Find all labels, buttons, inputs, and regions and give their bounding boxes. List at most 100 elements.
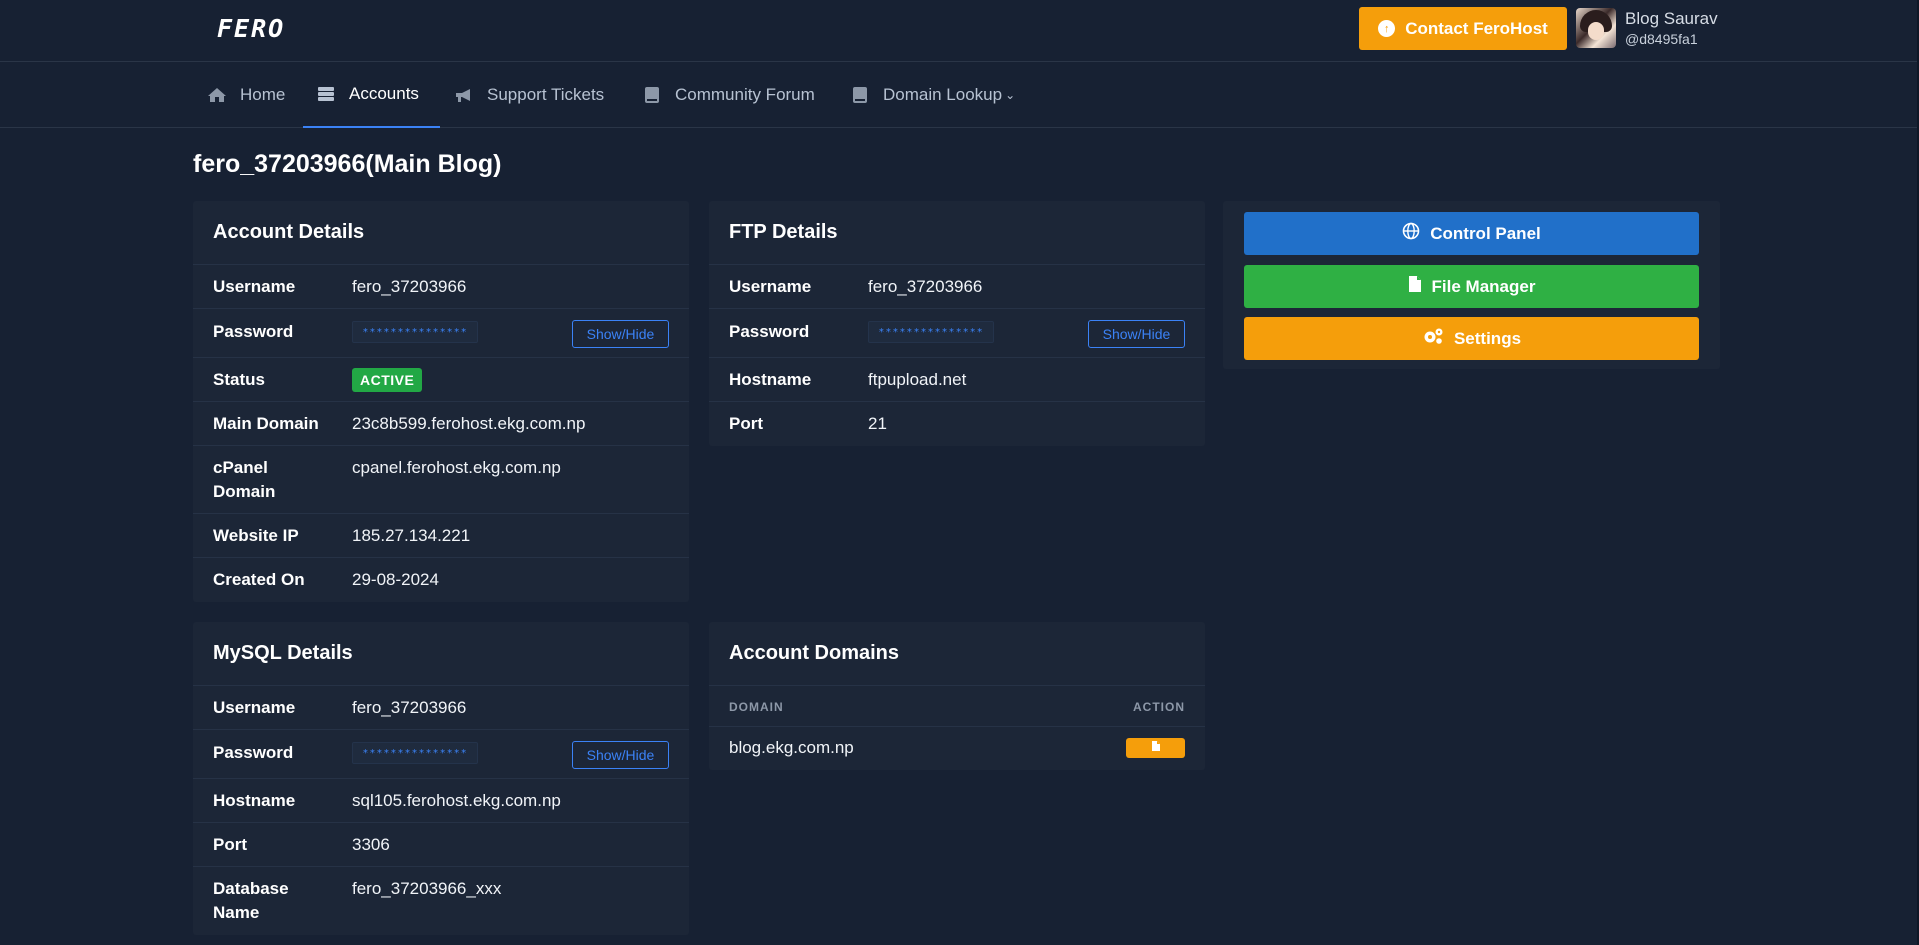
mysql-port-value: 3306: [352, 835, 390, 854]
nav-home-label: Home: [240, 85, 286, 104]
top-bar: FERO ↑ Contact FeroHost Blog Saurav @d84…: [0, 0, 1919, 62]
mysql-password-row: Password *************** Show/Hide: [193, 730, 689, 779]
account-actions-card: Control Panel File Manager Settings: [1223, 201, 1720, 369]
mysql-port-row: Port 3306: [193, 823, 689, 867]
logo-text: FERO: [217, 13, 286, 43]
mysql-hostname-label: Hostname: [213, 791, 296, 810]
ftp-hostname-row: Hostname ftpupload.net: [709, 358, 1205, 402]
account-domains-card: Account Domains DOMAIN ACTION blog.ekg.c…: [709, 622, 1205, 770]
control-panel-button[interactable]: Control Panel: [1244, 212, 1699, 255]
account-details-card: Account Details Username fero_37203966 P…: [193, 201, 689, 602]
ftp-password-label: Password: [729, 322, 810, 341]
domain-file-button[interactable]: [1126, 738, 1185, 758]
nav-support-tickets[interactable]: Support Tickets: [454, 62, 604, 128]
file-manager-label: File Manager: [1431, 276, 1536, 296]
megaphone-icon: [454, 86, 474, 104]
account-username-row: Username fero_37203966: [193, 265, 689, 309]
ftp-port-row: Port 21: [709, 402, 1205, 446]
nav-domain-lookup-label: Domain Lookup: [883, 85, 1003, 104]
main-nav: Home Accounts Support Tickets Community …: [0, 62, 1919, 128]
website-ip-label: Website IP: [213, 526, 299, 545]
account-website-ip-row: Website IP 185.27.134.221: [193, 514, 689, 558]
ftp-hostname-value: ftpupload.net: [868, 370, 967, 389]
mysql-username-label: Username: [213, 698, 296, 717]
nav-support-tickets-label: Support Tickets: [487, 85, 605, 104]
action-column-header: ACTION: [1133, 700, 1185, 714]
ftp-username-row: Username fero_37203966: [709, 265, 1205, 309]
account-main-domain-row: Main Domain 23c8b599.ferohost.ekg.com.np: [193, 402, 689, 446]
home-icon: [207, 86, 227, 104]
password-masked-field[interactable]: ***************: [352, 321, 478, 343]
account-status-row: Status ACTIVE: [193, 358, 689, 402]
file-icon: [1151, 739, 1161, 757]
created-on-value: 29-08-2024: [352, 570, 439, 589]
control-panel-label: Control Panel: [1430, 223, 1541, 243]
status-badge: ACTIVE: [352, 368, 423, 392]
page-title: fero_37203966(Main Blog): [193, 150, 502, 178]
ftp-hostname-label: Hostname: [729, 370, 812, 389]
user-handle: @d8495fa1: [1625, 31, 1698, 47]
contact-ferohost-button[interactable]: ↑ Contact FeroHost: [1359, 7, 1567, 50]
chevron-down-icon: ⌄: [1005, 88, 1016, 102]
server-icon: [316, 85, 336, 103]
mysql-port-label: Port: [213, 835, 247, 854]
password-label: Password: [213, 322, 294, 341]
nav-home[interactable]: Home: [207, 62, 285, 128]
account-created-on-row: Created On 29-08-2024: [193, 558, 689, 602]
mysql-details-card: MySQL Details Username fero_37203966 Pas…: [193, 622, 689, 935]
nav-domain-lookup[interactable]: Domain Lookup ⌄: [850, 62, 1015, 128]
show-hide-password-button[interactable]: Show/Hide: [572, 320, 669, 348]
mysql-password-label: Password: [213, 743, 294, 762]
avatar-face: [1588, 22, 1604, 40]
account-cpanel-domain-row: cPanel Domain cpanel.ferohost.ekg.com.np: [193, 446, 689, 514]
account-password-row: Password *************** Show/Hide: [193, 309, 689, 358]
mysql-password-masked-field[interactable]: ***************: [352, 742, 478, 764]
main-domain-label: Main Domain: [213, 414, 319, 433]
ftp-show-hide-password-button[interactable]: Show/Hide: [1088, 320, 1185, 348]
cpanel-domain-label-line1: cPanel: [213, 458, 268, 477]
ftp-username-value: fero_37203966: [868, 277, 983, 296]
domains-table-header: DOMAIN ACTION: [709, 686, 1205, 727]
settings-button[interactable]: Settings: [1244, 317, 1699, 360]
table-row: blog.ekg.com.np: [709, 727, 1205, 770]
account-details-title: Account Details: [193, 201, 689, 265]
arrow-up-circle-icon: ↑: [1378, 20, 1396, 37]
mysql-username-row: Username fero_37203966: [193, 686, 689, 730]
account-domains-title: Account Domains: [709, 622, 1205, 686]
nav-accounts-label: Accounts: [349, 84, 419, 103]
book-icon: [642, 86, 662, 104]
mysql-details-title: MySQL Details: [193, 622, 689, 686]
username-label: Username: [213, 277, 296, 296]
database-name-label-line2: Name: [213, 903, 260, 922]
mysql-hostname-row: Hostname sql105.ferohost.ekg.com.np: [193, 779, 689, 823]
ftp-password-masked-field[interactable]: ***************: [868, 321, 994, 343]
ftp-details-card: FTP Details Username fero_37203966 Passw…: [709, 201, 1205, 446]
website-ip-value: 185.27.134.221: [352, 526, 471, 545]
created-on-label: Created On: [213, 570, 305, 589]
mysql-username-value: fero_37203966: [352, 698, 467, 717]
user-name[interactable]: Blog Saurav: [1625, 9, 1718, 29]
ftp-details-title: FTP Details: [709, 201, 1205, 265]
ftp-username-label: Username: [729, 277, 812, 296]
book-icon: [850, 86, 870, 104]
globe-icon: [1402, 222, 1420, 245]
file-icon: [1408, 275, 1422, 298]
avatar[interactable]: [1576, 8, 1616, 48]
database-name-label-line1: Database: [213, 879, 289, 898]
file-manager-button[interactable]: File Manager: [1244, 265, 1699, 308]
database-name-value: fero_37203966_xxx: [352, 879, 502, 898]
status-label: Status: [213, 370, 265, 389]
fero-logo[interactable]: FERO: [217, 10, 285, 46]
mysql-show-hide-password-button[interactable]: Show/Hide: [572, 741, 669, 769]
domain-cell: blog.ekg.com.np: [729, 738, 854, 757]
contact-button-label: Contact FeroHost: [1405, 18, 1548, 38]
nav-accounts[interactable]: Accounts: [303, 62, 440, 128]
ftp-port-value: 21: [868, 414, 887, 433]
ftp-password-row: Password *************** Show/Hide: [709, 309, 1205, 358]
nav-community-forum[interactable]: Community Forum: [642, 62, 815, 128]
gears-icon: [1422, 327, 1444, 350]
domain-column-header: DOMAIN: [729, 700, 784, 714]
cpanel-domain-label-line2: Domain: [213, 482, 276, 501]
mysql-hostname-value: sql105.ferohost.ekg.com.np: [352, 791, 561, 810]
main-domain-value: 23c8b599.ferohost.ekg.com.np: [352, 414, 586, 433]
